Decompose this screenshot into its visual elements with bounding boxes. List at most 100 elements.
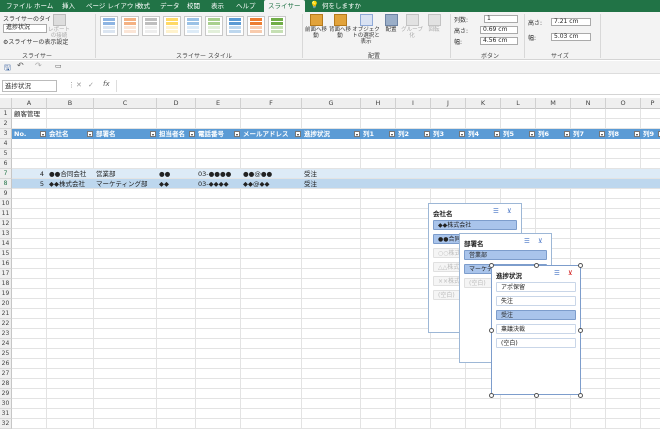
- row-header-22[interactable]: 22: [0, 319, 12, 329]
- row-header-4[interactable]: 4: [0, 139, 12, 149]
- row-header-2[interactable]: 2: [0, 119, 12, 129]
- column-header-J[interactable]: J: [431, 98, 466, 109]
- worksheet-grid[interactable]: ABCDEFGHIJKLMNOP 1 2 3 4 5 6 7 8 9 10 11 12 13 14 15 16…: [0, 98, 660, 429]
- row-header-13[interactable]: 13: [0, 229, 12, 239]
- resize-handle[interactable]: [534, 263, 539, 268]
- resize-handle[interactable]: [489, 263, 494, 268]
- slicer-item[interactable]: (空白): [496, 338, 576, 348]
- filter-dropdown-icon[interactable]: [424, 131, 430, 137]
- filter-dropdown-icon[interactable]: [494, 131, 500, 137]
- tab-data[interactable]: データ: [156, 0, 184, 12]
- row-header-5[interactable]: 5: [0, 149, 12, 159]
- column-header-O[interactable]: O: [606, 98, 641, 109]
- row-header-27[interactable]: 27: [0, 369, 12, 379]
- column-header-D[interactable]: D: [157, 98, 196, 109]
- row-header-30[interactable]: 30: [0, 399, 12, 409]
- cell[interactable]: 営業部: [94, 169, 157, 179]
- slicer-item[interactable]: 稟議決裁: [496, 324, 576, 334]
- column-header-L[interactable]: L: [501, 98, 536, 109]
- table-header-cell[interactable]: 列4: [466, 129, 501, 139]
- cancel-icon[interactable]: ✕: [76, 81, 82, 89]
- slicer-item[interactable]: ◆◆株式会社: [433, 220, 517, 230]
- slicer-caption-input[interactable]: 進捗状況: [3, 24, 47, 33]
- row-header-20[interactable]: 20: [0, 299, 12, 309]
- filter-dropdown-icon[interactable]: [87, 131, 93, 137]
- style-swatch[interactable]: [163, 16, 181, 36]
- resize-handle[interactable]: [489, 393, 494, 398]
- row-header-17[interactable]: 17: [0, 269, 12, 279]
- style-swatch[interactable]: [142, 16, 160, 36]
- cell[interactable]: ◆◆@◆◆: [241, 179, 302, 189]
- tab-help[interactable]: ヘルプ: [232, 0, 260, 12]
- filter-dropdown-icon[interactable]: [529, 131, 535, 137]
- cell[interactable]: 03-◆◆◆◆: [196, 179, 241, 189]
- column-header-E[interactable]: E: [196, 98, 241, 109]
- column-header-H[interactable]: H: [361, 98, 396, 109]
- enter-icon[interactable]: ✓: [88, 81, 94, 89]
- row-header-15[interactable]: 15: [0, 249, 12, 259]
- bring-forward-button[interactable]: 前面へ移動: [305, 14, 327, 39]
- button-height-input[interactable]: 0.69 cm: [480, 26, 518, 34]
- formula-input[interactable]: [116, 80, 658, 92]
- filter-dropdown-icon[interactable]: [40, 131, 46, 137]
- column-header-F[interactable]: F: [241, 98, 302, 109]
- row-header-29[interactable]: 29: [0, 389, 12, 399]
- filter-dropdown-icon[interactable]: [189, 131, 195, 137]
- tab-home[interactable]: ホーム: [30, 0, 57, 12]
- filter-dropdown-icon[interactable]: [459, 131, 465, 137]
- table-header-cell[interactable]: 列7: [571, 129, 606, 139]
- slicer-item[interactable]: アポ保留: [496, 282, 576, 292]
- cell[interactable]: 5: [12, 179, 47, 189]
- column-header-C[interactable]: C: [94, 98, 157, 109]
- cell[interactable]: 03-●●●●: [196, 169, 241, 179]
- table-header-cell[interactable]: 列1: [361, 129, 396, 139]
- group-objects-button[interactable]: グループ化: [401, 14, 423, 39]
- tab-insert[interactable]: 挿入: [58, 0, 79, 12]
- row-header-25[interactable]: 25: [0, 349, 12, 359]
- insert-function-icon[interactable]: fx: [103, 80, 110, 88]
- table-header-cell[interactable]: 列2: [396, 129, 431, 139]
- clear-filter-icon[interactable]: ⊻: [568, 269, 573, 277]
- row-header-11[interactable]: 11: [0, 209, 12, 219]
- tab-view[interactable]: 表示: [207, 0, 228, 12]
- table-header-cell[interactable]: 列8: [606, 129, 641, 139]
- cell[interactable]: ◆◆: [157, 179, 196, 189]
- cell[interactable]: 顧客管理: [12, 109, 94, 119]
- table-header-cell[interactable]: No.: [12, 129, 47, 139]
- column-header-A[interactable]: A: [12, 98, 47, 109]
- row-header-6[interactable]: 6: [0, 159, 12, 169]
- cell[interactable]: ◆◆株式会社: [47, 179, 94, 189]
- row-header-12[interactable]: 12: [0, 219, 12, 229]
- save-icon[interactable]: 🖫: [4, 62, 11, 76]
- style-swatch[interactable]: [268, 16, 286, 36]
- cell[interactable]: ●●: [157, 169, 196, 179]
- table-header-cell[interactable]: 進捗状況: [302, 129, 361, 139]
- name-box[interactable]: 進捗状況: [2, 80, 57, 92]
- columns-input[interactable]: 1: [484, 15, 518, 23]
- row-header-16[interactable]: 16: [0, 259, 12, 269]
- resize-handle[interactable]: [578, 393, 583, 398]
- table-header-cell[interactable]: 列9: [641, 129, 660, 139]
- undo-icon[interactable]: ↶: [17, 61, 24, 70]
- table-header-cell[interactable]: 部署名: [94, 129, 157, 139]
- column-header-B[interactable]: B: [47, 98, 94, 109]
- filter-dropdown-icon[interactable]: [564, 131, 570, 137]
- filter-dropdown-icon[interactable]: [599, 131, 605, 137]
- column-header-I[interactable]: I: [396, 98, 431, 109]
- resize-handle[interactable]: [578, 263, 583, 268]
- multi-select-icon[interactable]: ☰: [524, 237, 530, 245]
- column-header-K[interactable]: K: [466, 98, 501, 109]
- row-header-1[interactable]: 1: [0, 109, 12, 119]
- table-header-cell[interactable]: 担当者名: [157, 129, 196, 139]
- column-header-P[interactable]: P: [641, 98, 660, 109]
- redo-icon[interactable]: ↷: [35, 61, 42, 70]
- row-header-31[interactable]: 31: [0, 409, 12, 419]
- slicer-item[interactable]: 受注: [496, 310, 576, 320]
- table-header-cell[interactable]: 列5: [501, 129, 536, 139]
- tab-formulas[interactable]: 数式: [133, 0, 154, 12]
- table-header-cell[interactable]: 列6: [536, 129, 571, 139]
- row-header-28[interactable]: 28: [0, 379, 12, 389]
- customize-qat-icon[interactable]: ▭: [55, 62, 62, 70]
- multi-select-icon[interactable]: ☰: [554, 269, 560, 277]
- row-header-26[interactable]: 26: [0, 359, 12, 369]
